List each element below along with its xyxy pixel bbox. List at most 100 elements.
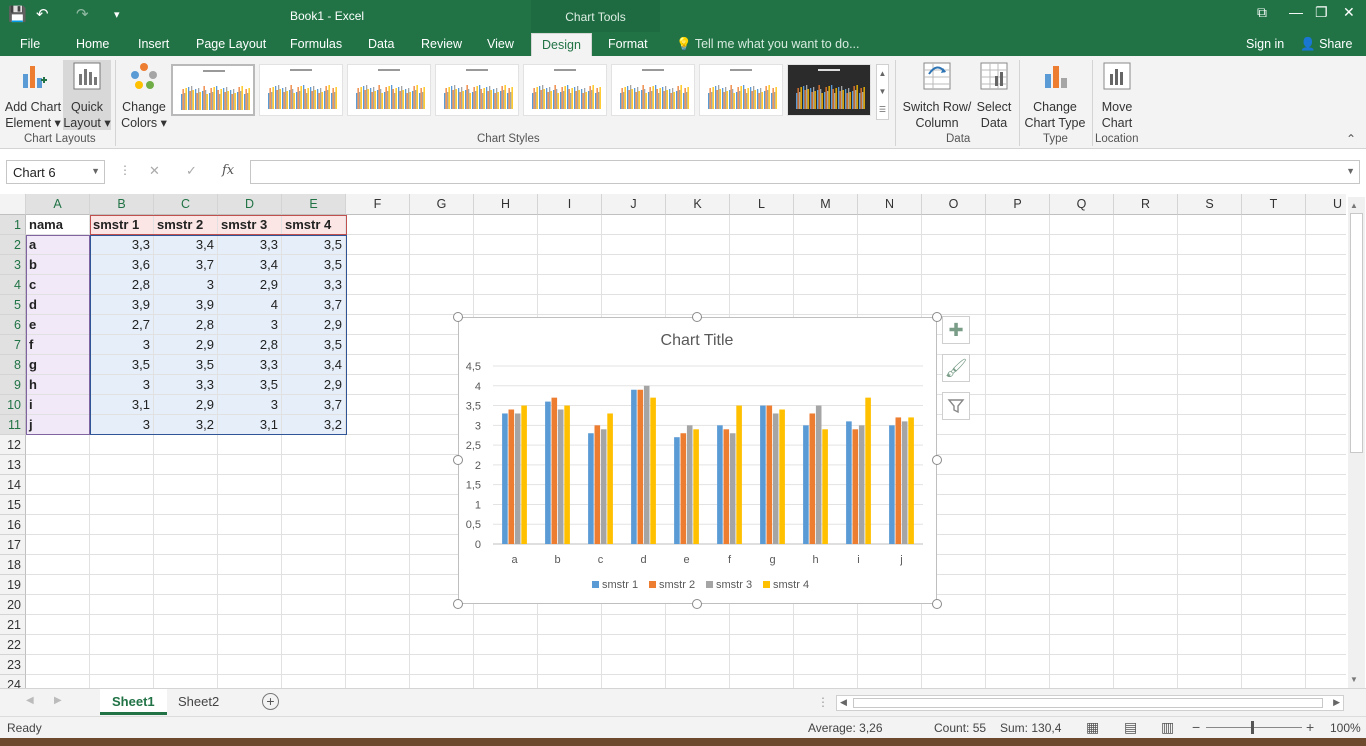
cell[interactable]: [1306, 295, 1346, 315]
row-header[interactable]: 19: [0, 575, 26, 595]
zoom-level[interactable]: 100%: [1330, 721, 1361, 735]
cell[interactable]: [986, 215, 1050, 235]
cell[interactable]: [1178, 635, 1242, 655]
cell[interactable]: [218, 455, 282, 475]
cell[interactable]: [666, 675, 730, 688]
cell[interactable]: [794, 275, 858, 295]
cell[interactable]: [602, 615, 666, 635]
bar[interactable]: [766, 405, 773, 544]
resize-handle[interactable]: [453, 455, 463, 465]
cancel-icon[interactable]: ✕: [149, 163, 160, 179]
resize-handle[interactable]: [932, 599, 942, 609]
cell[interactable]: [858, 635, 922, 655]
row-header[interactable]: 23: [0, 655, 26, 675]
cell[interactable]: [666, 635, 730, 655]
cell[interactable]: [794, 215, 858, 235]
cell[interactable]: [986, 295, 1050, 315]
cell[interactable]: [282, 575, 346, 595]
move-chart-button[interactable]: Move Chart: [1094, 60, 1140, 131]
sheet-tab-sheet1[interactable]: Sheet1: [100, 689, 167, 715]
cell[interactable]: [1114, 675, 1178, 688]
row-header[interactable]: 21: [0, 615, 26, 635]
cell[interactable]: [346, 435, 410, 455]
cell[interactable]: [1050, 655, 1114, 675]
cell[interactable]: [154, 575, 218, 595]
cell[interactable]: [410, 275, 474, 295]
bar[interactable]: [717, 425, 723, 544]
bar[interactable]: [637, 389, 644, 544]
cell[interactable]: [218, 535, 282, 555]
cell[interactable]: [346, 675, 410, 688]
column-header[interactable]: E: [282, 194, 346, 215]
cell[interactable]: [346, 595, 410, 615]
cell[interactable]: [346, 575, 410, 595]
cell[interactable]: [1306, 455, 1346, 475]
bar[interactable]: [693, 429, 699, 544]
bar[interactable]: [643, 385, 650, 544]
cell[interactable]: [1306, 335, 1346, 355]
resize-handle[interactable]: [692, 599, 702, 609]
column-header[interactable]: A: [26, 194, 90, 215]
tab-formulas[interactable]: Formulas: [290, 37, 342, 56]
cell[interactable]: [1050, 535, 1114, 555]
chart-area[interactable]: Chart Title 0 0,5 1 1,5 2 2,5 3 3,5 4 4,5 a b c d e f g h i…: [458, 317, 937, 604]
cell[interactable]: [1306, 535, 1346, 555]
bar[interactable]: [736, 405, 742, 544]
cell[interactable]: [1242, 655, 1306, 675]
cell[interactable]: [986, 675, 1050, 688]
cell[interactable]: [1050, 455, 1114, 475]
cell[interactable]: [538, 675, 602, 688]
bar[interactable]: [600, 429, 607, 544]
cell[interactable]: [26, 475, 90, 495]
cell[interactable]: [346, 655, 410, 675]
row-header[interactable]: 16: [0, 515, 26, 535]
cell[interactable]: [1306, 555, 1346, 575]
cell[interactable]: [1242, 435, 1306, 455]
cell[interactable]: [282, 635, 346, 655]
chart-style-thumb[interactable]: [347, 64, 431, 116]
cell[interactable]: [346, 635, 410, 655]
cell[interactable]: [474, 235, 538, 255]
row-header[interactable]: 13: [0, 455, 26, 475]
cell[interactable]: [346, 275, 410, 295]
cell[interactable]: [26, 595, 90, 615]
cell[interactable]: [1306, 495, 1346, 515]
legend-entry[interactable]: smstr 4: [773, 579, 809, 591]
resize-handle[interactable]: [453, 599, 463, 609]
cell[interactable]: [1242, 535, 1306, 555]
cell[interactable]: nama: [26, 215, 90, 235]
cell[interactable]: [986, 535, 1050, 555]
change-colors-button[interactable]: Change Colors ▾: [118, 60, 170, 131]
page-layout-view-icon[interactable]: ▤: [1124, 719, 1137, 736]
cell[interactable]: [858, 615, 922, 635]
cell[interactable]: [730, 275, 794, 295]
cell[interactable]: [1178, 455, 1242, 475]
cell[interactable]: [986, 335, 1050, 355]
column-header[interactable]: Q: [1050, 194, 1114, 215]
cell[interactable]: [1178, 275, 1242, 295]
cell[interactable]: [1050, 215, 1114, 235]
cell[interactable]: [218, 495, 282, 515]
bar[interactable]: [521, 405, 527, 544]
cell[interactable]: [538, 215, 602, 235]
bar[interactable]: [631, 389, 637, 544]
cell[interactable]: [986, 395, 1050, 415]
cell[interactable]: [1242, 375, 1306, 395]
cell[interactable]: [1050, 515, 1114, 535]
cell[interactable]: [90, 655, 154, 675]
resize-handle[interactable]: [453, 312, 463, 322]
cell[interactable]: [1306, 375, 1346, 395]
new-sheet-button[interactable]: +: [262, 693, 279, 710]
bar[interactable]: [895, 417, 902, 544]
cell[interactable]: [154, 635, 218, 655]
cell[interactable]: [730, 635, 794, 655]
quick-layout-button[interactable]: Quick Layout ▾: [63, 60, 111, 130]
bar[interactable]: [680, 433, 687, 544]
cell[interactable]: [986, 235, 1050, 255]
cell[interactable]: [1242, 515, 1306, 535]
row-header[interactable]: 3: [0, 255, 26, 275]
column-header[interactable]: J: [602, 194, 666, 215]
cell[interactable]: [1050, 335, 1114, 355]
cell[interactable]: [218, 655, 282, 675]
cell[interactable]: [858, 215, 922, 235]
